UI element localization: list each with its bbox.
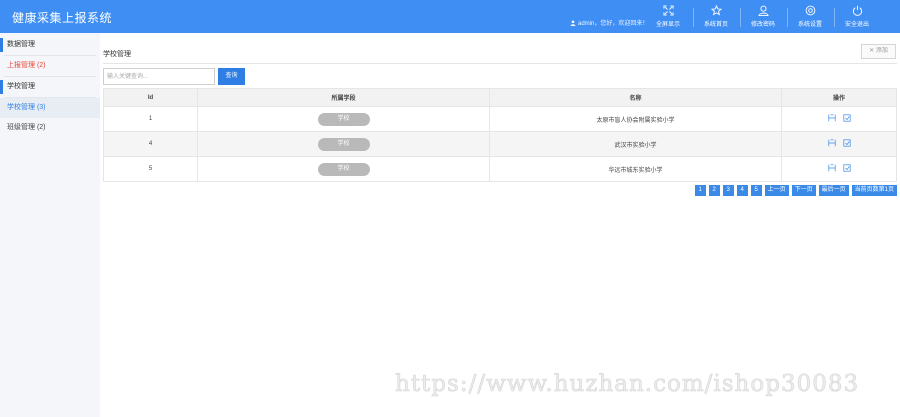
star-icon [710,5,722,16]
settings-icon [805,5,815,16]
power-icon [852,5,862,16]
view-icon[interactable] [827,164,836,172]
view-icon[interactable] [827,139,836,147]
page-button-4[interactable]: 4 [736,185,748,196]
nav-settings[interactable]: 系统设置 [787,0,833,33]
plus-icon: ✕ [869,48,875,54]
add-button-label: 添加 [875,48,888,54]
sidebar-group-data[interactable]: 数据管理 [0,35,100,55]
nav-label: 全屏显示 [655,22,680,28]
edit-icon[interactable] [842,164,851,172]
sidebar-item-classes[interactable]: 班级管理 (2) [0,118,100,138]
nav-fullscreen[interactable]: 全屏显示 [645,0,691,33]
welcome-text: admin，您好，欢迎回来！ [578,21,649,27]
cell-actions [781,106,897,132]
cell-id: 1 [103,106,198,132]
edit-icon[interactable] [842,139,851,147]
cell-name: 太原市盲人协会附属实验小学 [489,106,782,132]
view-icon[interactable] [827,114,836,122]
nav-change-password[interactable]: 修改密码 [740,0,786,33]
heading-divider [103,63,897,64]
page-title: 学校管理 [103,51,131,58]
user-icon [757,5,769,16]
search-button[interactable]: 查询 [218,68,245,85]
column-header-name: 名称 [489,88,782,107]
top-header: 健康采集上报系统 admin，您好，欢迎回来！ 全屏显示 系统首页 修改密码 系… [0,0,900,33]
pagination: 1 2 3 4 5 上一页 下一页 最后一页 当前页数第1页 [694,185,897,196]
prev-page-button[interactable]: 上一页 [764,185,789,196]
cell-actions [781,131,897,157]
cell-id: 4 [103,131,198,157]
add-button[interactable]: ✕ 添加 [861,44,896,59]
cell-id: 5 [103,156,198,182]
cell-stage: 学校 [197,106,490,132]
column-header-actions: 操作 [781,88,897,107]
sidebar: 数据管理 上报管理 (2) 学校管理 学校管理 (3) 班级管理 (2) [0,33,100,417]
nav-home[interactable]: 系统首页 [693,0,739,33]
cell-stage: 学校 [197,131,490,157]
page-button-3[interactable]: 3 [722,185,734,196]
user-small-icon [570,19,576,26]
fullscreen-icon [662,5,674,16]
sidebar-group-school[interactable]: 学校管理 [0,77,100,97]
page-button-5[interactable]: 5 [750,185,762,196]
cell-name: 武汉市实验小学 [489,131,782,157]
welcome-message: admin，您好，欢迎回来！ [570,18,648,27]
column-header-id: Id [103,88,198,107]
last-page-button[interactable]: 最后一页 [818,185,849,196]
school-table: Id 所属学段 名称 操作 1 学校 太原市盲人协会附属实验小学 4 学校 武汉… [103,88,897,182]
cell-stage: 学校 [197,156,490,182]
search-input[interactable] [103,68,215,85]
cell-actions [781,156,897,182]
table-row: 4 学校 武汉市实验小学 [103,131,897,157]
nav-label: 系统首页 [703,22,728,28]
stage-tag: 学校 [317,112,370,126]
current-page-indicator: 当前页数第1页 [851,185,897,196]
table-header-row: Id 所属学段 名称 操作 [103,88,897,107]
sidebar-item-reports[interactable]: 上报管理 (2) [0,56,100,76]
watermark: https://www.huzhan.com/ishop30083 [395,371,860,398]
nav-label: 安全退出 [844,22,869,28]
nav-label: 系统设置 [797,22,822,28]
table-row: 1 学校 太原市盲人协会附属实验小学 [103,106,897,132]
cell-name: 华远市城东实验小学 [489,156,782,182]
stage-tag: 学校 [317,162,370,176]
page-button-1[interactable]: 1 [694,185,706,196]
table-row: 5 学校 华远市城东实验小学 [103,156,897,182]
column-header-stage: 所属学段 [197,88,490,107]
nav-label: 修改密码 [750,22,775,28]
page-button-2[interactable]: 2 [708,185,720,196]
stage-tag: 学校 [317,137,370,151]
main-content: 学校管理 ✕ 添加 查询 Id 所属学段 名称 操作 1 学校 太原市盲人协会附… [100,33,900,417]
next-page-button[interactable]: 下一页 [791,185,816,196]
nav-logout[interactable]: 安全退出 [834,0,880,33]
sidebar-item-schools[interactable]: 学校管理 (3) [0,98,100,118]
edit-icon[interactable] [842,114,851,122]
app-title: 健康采集上报系统 [12,11,113,25]
